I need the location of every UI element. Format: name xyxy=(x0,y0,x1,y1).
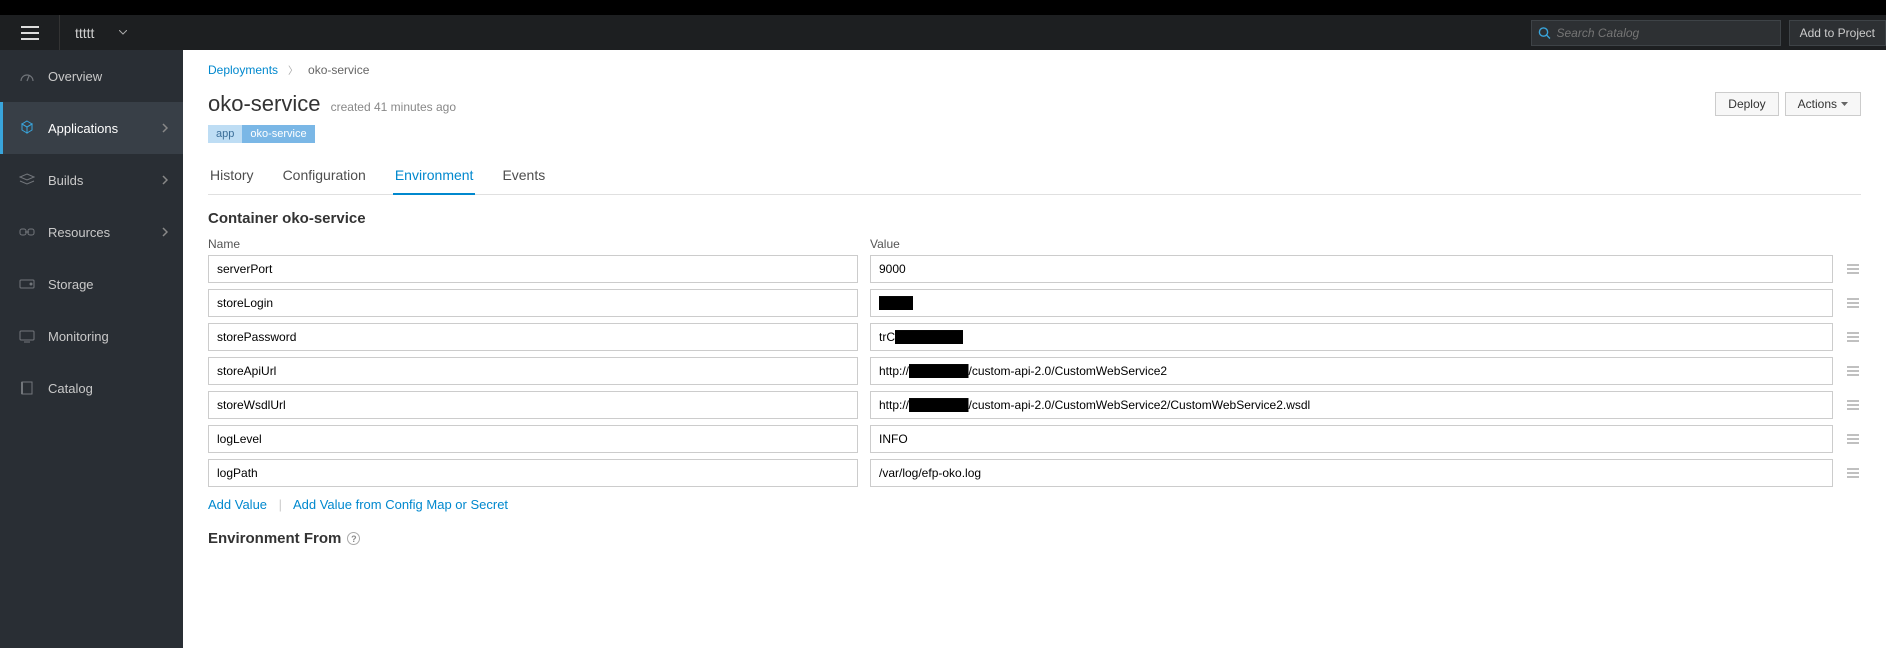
sidebar-item-builds[interactable]: Builds xyxy=(0,154,183,206)
environment-from-label: Environment From xyxy=(208,530,341,547)
tab-history[interactable]: History xyxy=(208,161,256,195)
drag-handle-icon[interactable] xyxy=(1845,366,1861,376)
chain-icon xyxy=(18,226,36,238)
sidebar-item-label: Builds xyxy=(48,173,83,188)
env-name-input[interactable] xyxy=(208,323,858,351)
env-value-input[interactable] xyxy=(870,357,1833,385)
link-divider: | xyxy=(279,497,282,512)
drag-handle-icon[interactable] xyxy=(1845,264,1861,274)
container-section-title: Container oko-service xyxy=(208,210,1861,227)
resource-labels: app oko-service xyxy=(208,125,1861,143)
drag-handle-icon[interactable] xyxy=(1845,298,1861,308)
sidebar-item-label: Overview xyxy=(48,69,102,84)
layers-icon xyxy=(18,173,36,187)
page-header: oko-service created 41 minutes ago Deplo… xyxy=(208,91,1861,117)
env-row xyxy=(208,289,1861,317)
top-header: ttttt Add to Project xyxy=(0,15,1886,50)
cubes-icon xyxy=(18,120,36,136)
env-name-input[interactable] xyxy=(208,255,858,283)
book-icon xyxy=(18,381,36,395)
created-timestamp: created 41 minutes ago xyxy=(331,100,456,114)
env-row xyxy=(208,425,1861,453)
search-icon xyxy=(1538,26,1551,40)
env-value-input[interactable] xyxy=(870,255,1833,283)
env-name-input[interactable] xyxy=(208,357,858,385)
breadcrumb-current: oko-service xyxy=(308,63,369,77)
sidebar-item-label: Catalog xyxy=(48,381,93,396)
tabs-bar: History Configuration Environment Events xyxy=(208,161,1861,195)
sidebar-nav: Overview Applications Builds Resources xyxy=(0,50,183,648)
monitor-icon xyxy=(18,330,36,343)
dashboard-icon xyxy=(18,69,36,83)
env-name-input[interactable] xyxy=(208,459,858,487)
menu-toggle-button[interactable] xyxy=(0,15,60,50)
page-title: oko-service created 41 minutes ago xyxy=(208,91,456,117)
drag-handle-icon[interactable] xyxy=(1845,468,1861,478)
catalog-search[interactable] xyxy=(1531,20,1781,46)
env-value-input[interactable] xyxy=(870,425,1833,453)
hamburger-icon xyxy=(21,26,39,40)
tab-configuration[interactable]: Configuration xyxy=(281,161,368,195)
project-name: ttttt xyxy=(60,25,119,41)
help-icon[interactable]: ? xyxy=(347,532,360,545)
drag-handle-icon[interactable] xyxy=(1845,332,1861,342)
actions-dropdown-button[interactable]: Actions xyxy=(1785,92,1861,116)
sidebar-item-storage[interactable]: Storage xyxy=(0,258,183,310)
breadcrumb: Deployments 〉 oko-service xyxy=(208,62,1861,77)
drag-handle-icon[interactable] xyxy=(1845,434,1861,444)
sidebar-item-label: Storage xyxy=(48,277,94,292)
caret-down-icon xyxy=(1841,102,1848,106)
label-key[interactable]: app xyxy=(208,125,242,143)
add-to-project-button[interactable]: Add to Project xyxy=(1789,20,1886,46)
environment-from-title: Environment From ? xyxy=(208,530,1861,547)
add-value-link[interactable]: Add Value xyxy=(208,497,267,512)
sidebar-item-label: Resources xyxy=(48,225,110,240)
sidebar-item-resources[interactable]: Resources xyxy=(0,206,183,258)
chevron-down-icon xyxy=(119,30,127,35)
page-actions: Deploy Actions xyxy=(1715,92,1861,116)
hdd-icon xyxy=(18,279,36,289)
chevron-right-icon xyxy=(162,173,168,188)
env-name-input[interactable] xyxy=(208,425,858,453)
tab-environment[interactable]: Environment xyxy=(393,161,476,195)
chevron-right-icon xyxy=(162,225,168,240)
sidebar-item-label: Monitoring xyxy=(48,329,109,344)
env-value-input[interactable] xyxy=(870,391,1833,419)
env-name-input[interactable] xyxy=(208,391,858,419)
page-title-text: oko-service xyxy=(208,91,320,116)
env-name-input[interactable] xyxy=(208,289,858,317)
env-value-input[interactable] xyxy=(870,459,1833,487)
sidebar-item-overview[interactable]: Overview xyxy=(0,50,183,102)
tab-events[interactable]: Events xyxy=(500,161,547,195)
search-input[interactable] xyxy=(1557,26,1774,40)
sidebar-item-label: Applications xyxy=(48,121,118,136)
env-row xyxy=(208,255,1861,283)
col-header-value: Value xyxy=(870,237,1861,251)
env-row xyxy=(208,459,1861,487)
env-row xyxy=(208,323,1861,351)
env-row xyxy=(208,391,1861,419)
actions-button-label: Actions xyxy=(1798,97,1837,111)
env-value-input[interactable] xyxy=(870,289,1833,317)
env-value-input[interactable] xyxy=(870,323,1833,351)
window-top-strip xyxy=(0,0,1886,15)
label-value[interactable]: oko-service xyxy=(242,125,314,143)
chevron-right-icon: 〉 xyxy=(288,62,298,77)
add-from-configmap-link[interactable]: Add Value from Config Map or Secret xyxy=(293,497,508,512)
drag-handle-icon[interactable] xyxy=(1845,400,1861,410)
chevron-right-icon xyxy=(162,121,168,136)
env-column-headers: Name Value xyxy=(208,237,1861,251)
sidebar-item-catalog[interactable]: Catalog xyxy=(0,362,183,414)
col-header-name: Name xyxy=(208,237,858,251)
content-area: Deployments 〉 oko-service oko-service cr… xyxy=(183,50,1886,648)
sidebar-item-monitoring[interactable]: Monitoring xyxy=(0,310,183,362)
project-dropdown-toggle[interactable] xyxy=(119,29,127,37)
main-shell: Overview Applications Builds Resources xyxy=(0,50,1886,648)
deploy-button[interactable]: Deploy xyxy=(1715,92,1778,116)
breadcrumb-parent-link[interactable]: Deployments xyxy=(208,63,278,77)
env-vars-table: Name Value xyxy=(208,237,1861,487)
sidebar-item-applications[interactable]: Applications xyxy=(0,102,183,154)
env-add-links: Add Value | Add Value from Config Map or… xyxy=(208,497,1861,512)
env-row xyxy=(208,357,1861,385)
